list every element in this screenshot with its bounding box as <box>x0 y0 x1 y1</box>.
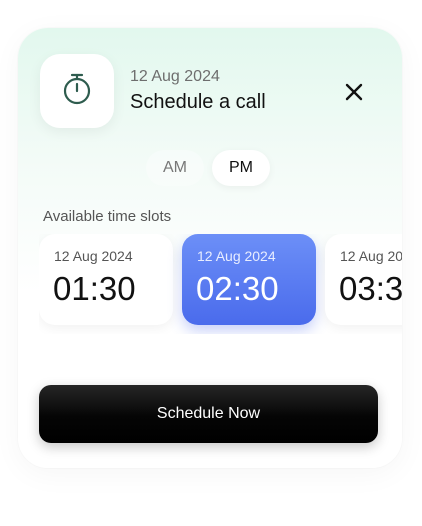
slot-time: 03:30 <box>339 270 402 307</box>
time-slot-card[interactable]: 12 Aug 2024 03:30 <box>325 234 402 325</box>
schedule-now-button[interactable]: Schedule Now <box>39 385 378 443</box>
slot-date: 12 Aug 2024 <box>54 248 133 264</box>
slot-date: 12 Aug 2024 <box>197 248 276 264</box>
stopwatch-icon-tile <box>40 54 114 128</box>
close-button[interactable] <box>338 78 370 110</box>
am-toggle[interactable]: AM <box>146 150 204 186</box>
slot-date: 12 Aug 2024 <box>340 248 402 264</box>
schedule-call-card: 12 Aug 2024 Schedule a call AM PM Availa… <box>18 28 402 468</box>
slots-section-label: Available time slots <box>43 208 172 225</box>
slot-time: 02:30 <box>196 270 279 307</box>
pm-toggle[interactable]: PM <box>212 150 270 186</box>
close-icon <box>345 83 363 106</box>
time-slot-card[interactable]: 12 Aug 2024 01:30 <box>39 234 173 325</box>
time-slot-carousel[interactable]: 12 Aug 2024 01:30 12 Aug 2024 02:30 12 A… <box>39 234 402 334</box>
slot-time: 01:30 <box>53 270 136 307</box>
time-slot-card-selected[interactable]: 12 Aug 2024 02:30 <box>182 234 316 325</box>
page-title: Schedule a call <box>130 91 266 113</box>
stopwatch-icon <box>59 71 95 112</box>
header-date: 12 Aug 2024 <box>130 68 220 85</box>
